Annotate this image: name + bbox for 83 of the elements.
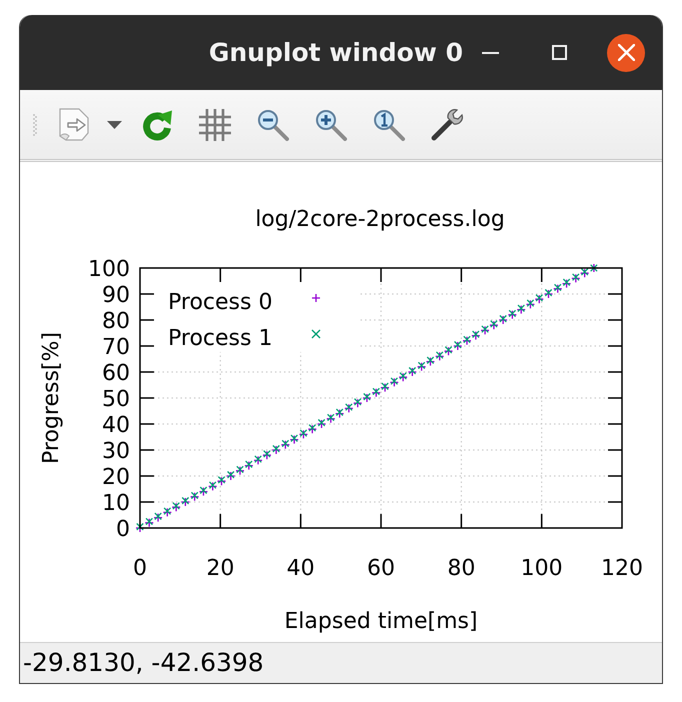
data-point xyxy=(272,444,280,453)
data-point xyxy=(480,326,490,336)
axis-tick-label: 20 xyxy=(206,556,234,581)
axis-tick-label: 20 xyxy=(102,465,130,490)
axis-tick-label: 90 xyxy=(102,283,130,308)
zoom-in-icon xyxy=(315,108,347,140)
data-point xyxy=(308,424,317,434)
document-arrow-icon xyxy=(57,108,91,142)
axis-tick-label: 10 xyxy=(102,491,130,516)
data-point xyxy=(471,330,480,340)
data-point xyxy=(444,346,454,356)
data-point xyxy=(454,340,462,349)
data-point xyxy=(298,430,308,440)
data-point xyxy=(372,388,381,398)
axis-tick-label: 80 xyxy=(102,309,130,334)
zoom-one-icon xyxy=(373,108,405,140)
data-point xyxy=(408,367,417,377)
data-point xyxy=(226,471,236,481)
axis-tick-label: 40 xyxy=(286,556,315,581)
data-point xyxy=(235,466,245,476)
axis-tick-label: 40 xyxy=(102,413,130,438)
data-point xyxy=(162,508,172,518)
wrench-icon xyxy=(431,108,463,140)
data-point xyxy=(534,294,544,304)
axis-tick-label: 60 xyxy=(367,556,395,581)
caret-icon xyxy=(106,120,122,128)
data-point xyxy=(216,476,226,486)
data-point xyxy=(462,336,472,346)
data-point xyxy=(526,300,536,310)
data-point xyxy=(262,450,272,460)
legend-label: Process 0 xyxy=(168,290,272,315)
cursor-coordinates: -29.8130, -42.6398 xyxy=(23,649,264,677)
data-point xyxy=(326,414,336,424)
data-point xyxy=(453,341,462,351)
data-point xyxy=(489,320,499,330)
data-point xyxy=(280,440,290,450)
axis-tick-label: 30 xyxy=(102,439,130,464)
maximize-icon xyxy=(552,45,566,60)
axis-tick-label: 100 xyxy=(88,257,130,282)
axis-tick-label: 0 xyxy=(133,556,147,581)
axis-tick-label: 50 xyxy=(102,387,130,412)
zoom-out-icon xyxy=(257,108,289,140)
data-point xyxy=(244,460,254,470)
axis-tick-label: 0 xyxy=(116,517,130,542)
refresh-icon xyxy=(141,108,173,140)
axis-tick-label: 70 xyxy=(102,335,130,360)
data-point xyxy=(435,352,444,362)
data-point xyxy=(398,372,408,382)
data-point xyxy=(344,404,354,414)
grid-icon xyxy=(199,108,231,140)
minimize-icon xyxy=(482,52,498,54)
data-point xyxy=(353,398,362,408)
data-point xyxy=(208,482,218,492)
data-point xyxy=(408,366,416,375)
data-point xyxy=(272,445,281,455)
data-point xyxy=(253,456,263,466)
data-point xyxy=(172,502,181,512)
close-button[interactable] xyxy=(607,34,645,72)
data-point xyxy=(571,274,580,284)
data-point xyxy=(508,310,517,320)
data-point xyxy=(190,492,200,502)
data-point xyxy=(226,470,235,479)
data-point xyxy=(553,284,562,294)
legend-label: Process 1 xyxy=(168,326,272,351)
data-point xyxy=(290,434,299,444)
data-point xyxy=(390,378,399,388)
grip-icon[interactable] xyxy=(33,114,37,136)
axis-tick-label: 80 xyxy=(447,556,476,581)
axis-label: Progress[%] xyxy=(39,332,64,464)
chart-title: log/2core-2process.log xyxy=(255,207,505,232)
window-title: Gnuplot window 0 xyxy=(208,36,463,69)
data-point xyxy=(517,304,526,312)
axis-tick-label: 120 xyxy=(601,556,643,581)
data-point xyxy=(290,434,298,442)
axis-tick-label: 100 xyxy=(520,556,563,581)
axis-tick-label: 60 xyxy=(102,361,130,386)
close-icon xyxy=(618,44,634,61)
data-point xyxy=(416,362,426,372)
data-point xyxy=(516,304,526,314)
data-point xyxy=(472,330,480,338)
data-point xyxy=(580,268,590,278)
data-point xyxy=(144,518,154,528)
axis-label: Elapsed time[ms] xyxy=(284,609,478,634)
